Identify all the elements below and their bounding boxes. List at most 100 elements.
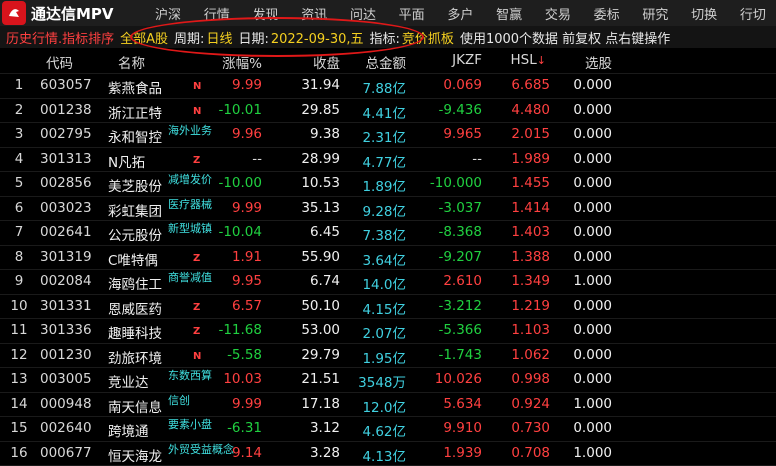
hsl-value: 1.103 bbox=[511, 322, 550, 338]
menu-item[interactable]: 问达 bbox=[350, 4, 376, 23]
total-amount: 9.28亿 bbox=[362, 200, 406, 220]
menu-item[interactable]: 行切 bbox=[740, 4, 766, 23]
stock-code: 003005 bbox=[40, 371, 92, 387]
total-amount: 4.15亿 bbox=[362, 298, 406, 318]
jkzf-value: -3.037 bbox=[438, 200, 482, 216]
menu-item[interactable]: 交易 bbox=[545, 4, 571, 23]
new-listing-badge: Z bbox=[193, 302, 200, 313]
stock-name: 恒天海龙 bbox=[108, 445, 162, 465]
table-row[interactable]: 16000677恒天海龙9.143.284.13亿1.9390.7081.000… bbox=[0, 442, 776, 466]
total-amount: 4.62亿 bbox=[362, 420, 406, 440]
stock-name: 跨境通 bbox=[108, 420, 149, 440]
close-price: 6.45 bbox=[310, 224, 340, 240]
menu-item[interactable]: 切换 bbox=[691, 4, 717, 23]
table-row[interactable]: 14000948南天信息9.9917.1812.0亿5.6340.9241.00… bbox=[0, 393, 776, 418]
change-percent: -10.00 bbox=[218, 175, 262, 191]
close-price: 6.74 bbox=[310, 273, 340, 289]
menu-item[interactable]: 发现 bbox=[252, 4, 278, 23]
change-percent: -10.04 bbox=[218, 224, 262, 240]
table-row[interactable]: 13003005竞业达10.0321.513548万10.0260.9980.0… bbox=[0, 368, 776, 393]
menu-bar: 通达信MPV 沪深行情发现资讯问达平面多户智赢交易委标研究切换行切 bbox=[0, 0, 776, 27]
hsl-value: 0.924 bbox=[511, 396, 550, 412]
market-selector[interactable]: 全部A股 bbox=[120, 28, 168, 47]
close-price: 3.12 bbox=[310, 420, 340, 436]
history-mode-label[interactable]: 历史行情.指标排序 bbox=[6, 28, 114, 47]
table-row[interactable]: 12001230劲旅环境-5.5829.791.95亿-1.7431.0620.… bbox=[0, 344, 776, 369]
col-header-hsl-label: HSL bbox=[511, 52, 537, 68]
col-header-jkzf[interactable]: JKZF bbox=[452, 52, 482, 68]
period-selector[interactable]: 日线 bbox=[206, 28, 232, 47]
table-row[interactable]: 8301319C唯特偶1.9155.903.64亿-9.2071.3880.00… bbox=[0, 246, 776, 271]
table-row[interactable]: 6003023彩虹集团9.9935.139.28亿-3.0371.4140.00… bbox=[0, 197, 776, 222]
close-price: 35.13 bbox=[301, 200, 340, 216]
jkzf-value: -5.366 bbox=[438, 322, 482, 338]
hsl-value: 1.403 bbox=[511, 224, 550, 240]
select-value: 0.000 bbox=[573, 200, 612, 216]
close-price: 53.00 bbox=[301, 322, 340, 338]
menu-item[interactable]: 平面 bbox=[399, 4, 425, 23]
table-row[interactable]: 11301336趣睡科技-11.6853.002.07亿-5.3661.1030… bbox=[0, 319, 776, 344]
menu-item[interactable]: 资讯 bbox=[301, 4, 327, 23]
col-header-amount[interactable]: 总金额 bbox=[366, 52, 407, 72]
row-index: 10 bbox=[6, 298, 32, 314]
menu-item[interactable]: 研究 bbox=[642, 4, 668, 23]
change-percent: 10.03 bbox=[223, 371, 262, 387]
jkzf-value: 5.634 bbox=[443, 396, 482, 412]
col-header-change[interactable]: 涨幅% bbox=[222, 52, 262, 72]
col-header-hsl[interactable]: HSL↓ bbox=[511, 52, 546, 68]
col-header-select[interactable]: 选股 bbox=[585, 52, 612, 72]
stock-code: 001230 bbox=[40, 347, 92, 363]
row-index: 2 bbox=[6, 102, 32, 118]
total-amount: 3.64亿 bbox=[362, 249, 406, 269]
select-value: 1.000 bbox=[573, 445, 612, 461]
menu-item[interactable]: 沪深 bbox=[155, 4, 181, 23]
menu-item[interactable]: 智赢 bbox=[496, 4, 522, 23]
table-row[interactable]: 7002641公元股份-10.046.457.38亿-8.3681.4030.0… bbox=[0, 221, 776, 246]
table-row[interactable]: 15002640跨境通-6.313.124.62亿9.9100.7300.000… bbox=[0, 417, 776, 442]
close-price: 10.53 bbox=[301, 175, 340, 191]
table-row[interactable]: 2001238浙江正特-10.0129.854.41亿-9.4364.4800.… bbox=[0, 99, 776, 124]
col-header-close[interactable]: 收盘 bbox=[313, 52, 340, 72]
stock-name: 永和智控 bbox=[108, 126, 162, 146]
table-row[interactable]: 10301331恩威医药6.5750.104.15亿-3.2121.2190.0… bbox=[0, 295, 776, 320]
table-row[interactable]: 1603057紫燕食品9.9931.947.88亿0.0696.6850.000… bbox=[0, 74, 776, 99]
select-value: 0.000 bbox=[573, 249, 612, 265]
date-label: 日期: bbox=[238, 28, 268, 47]
select-value: 0.000 bbox=[573, 420, 612, 436]
menu-item[interactable]: 多户 bbox=[447, 4, 473, 23]
menu-item[interactable]: 委标 bbox=[594, 4, 620, 23]
total-amount: 2.31亿 bbox=[362, 126, 406, 146]
stock-name: 美芝股份 bbox=[108, 175, 162, 195]
stock-code: 002856 bbox=[40, 175, 92, 191]
stock-code: 002795 bbox=[40, 126, 92, 142]
date-selector[interactable]: 2022-09-30,五 bbox=[271, 28, 364, 47]
jkzf-value: 9.965 bbox=[443, 126, 482, 142]
change-percent: 1.91 bbox=[232, 249, 262, 265]
close-price: 17.18 bbox=[301, 396, 340, 412]
col-header-name[interactable]: 名称 bbox=[118, 52, 145, 72]
hsl-value: 0.998 bbox=[511, 371, 550, 387]
jkzf-value: -1.743 bbox=[438, 347, 482, 363]
close-price: 28.99 bbox=[301, 151, 340, 167]
row-index: 6 bbox=[6, 200, 32, 216]
menu-item[interactable]: 行情 bbox=[204, 4, 230, 23]
filter-bar: 历史行情.指标排序 全部A股 周期: 日线 日期: 2022-09-30,五 指… bbox=[0, 26, 776, 48]
total-amount: 7.38亿 bbox=[362, 224, 406, 244]
row-index: 16 bbox=[6, 445, 32, 461]
table-row[interactable]: 4301313N凡拓--28.994.77亿--1.9890.000Z bbox=[0, 148, 776, 173]
stock-name: 南天信息 bbox=[108, 396, 162, 416]
table-row[interactable]: 5002856美芝股份-10.0010.531.89亿-10.0001.4550… bbox=[0, 172, 776, 197]
table-row[interactable]: 9002084海鸥住工9.956.7414.0亿2.6101.3491.000商… bbox=[0, 270, 776, 295]
change-percent: 9.99 bbox=[232, 200, 262, 216]
change-percent: -- bbox=[252, 151, 262, 167]
stock-name: 竞业达 bbox=[108, 371, 149, 391]
row-index: 5 bbox=[6, 175, 32, 191]
row-index: 4 bbox=[6, 151, 32, 167]
hsl-value: 1.388 bbox=[511, 249, 550, 265]
table-row[interactable]: 3002795永和智控9.969.382.31亿9.9652.0150.000海… bbox=[0, 123, 776, 148]
change-percent: 9.96 bbox=[232, 126, 262, 142]
indicator-selector[interactable]: 竞价抓板 bbox=[402, 28, 454, 47]
change-percent: -11.68 bbox=[218, 322, 262, 338]
col-header-code[interactable]: 代码 bbox=[46, 52, 73, 72]
data-options-note: 使用1000个数据 前复权 点右键操作 bbox=[460, 28, 670, 47]
